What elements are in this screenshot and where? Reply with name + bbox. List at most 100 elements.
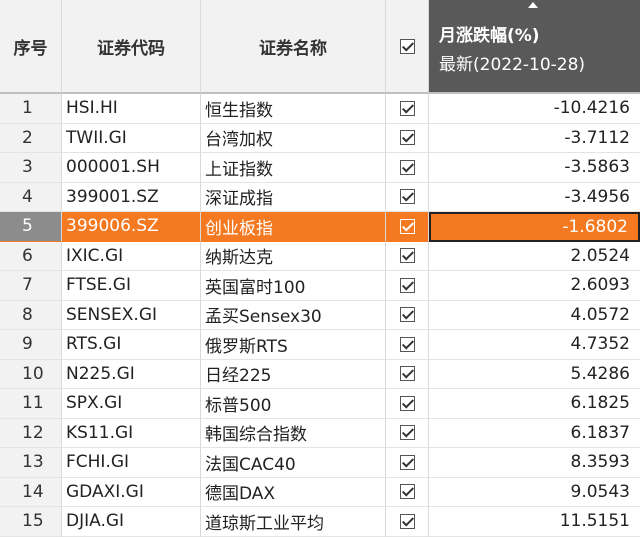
table-row[interactable]: 6 IXIC.GI 纳斯达克 2.0524 (0, 241, 640, 271)
row-checkbox[interactable] (399, 366, 415, 382)
table-row[interactable]: 7 FTSE.GI 英国富时100 2.6093 (0, 271, 640, 301)
security-code-cell[interactable]: 000001.SH (62, 153, 201, 183)
monthly-change-cell[interactable]: 6.1837 (429, 419, 640, 448)
row-checkbox-cell[interactable] (386, 123, 429, 153)
security-code-cell[interactable]: SPX.GI (62, 389, 201, 419)
row-checkbox-cell[interactable] (386, 477, 429, 507)
column-header-monthly-change[interactable]: 月涨跌幅(%) 最新(2022-10-28) (429, 0, 640, 94)
security-name-cell[interactable]: 法国CAC40 (201, 448, 386, 478)
row-checkbox[interactable] (399, 454, 415, 470)
security-code-cell[interactable]: TWII.GI (62, 123, 201, 153)
security-code-cell[interactable]: IXIC.GI (62, 241, 201, 271)
row-checkbox-cell[interactable] (386, 418, 429, 448)
table-row[interactable]: 4 399001.SZ 深证成指 -3.4956 (0, 182, 640, 212)
row-number-cell[interactable]: 6 (0, 241, 62, 271)
sort-ascending-icon[interactable] (528, 2, 538, 8)
table-row[interactable]: 15 DJIA.GI 道琼斯工业平均 11.5151 (0, 507, 640, 537)
security-code-cell[interactable]: KS11.GI (62, 418, 201, 448)
row-checkbox[interactable] (399, 277, 415, 293)
row-checkbox[interactable] (399, 484, 415, 500)
row-number-cell[interactable]: 14 (0, 477, 62, 507)
monthly-change-cell[interactable]: -10.4216 (429, 94, 640, 124)
row-checkbox[interactable] (399, 307, 415, 323)
monthly-change-cell[interactable]: -1.6802 (429, 212, 640, 242)
row-checkbox-cell[interactable] (386, 212, 429, 242)
row-number-cell[interactable]: 10 (0, 359, 62, 389)
row-number-cell[interactable]: 8 (0, 300, 62, 330)
table-row[interactable]: 8 SENSEX.GI 孟买Sensex30 4.0572 (0, 300, 640, 330)
row-checkbox[interactable] (399, 189, 415, 205)
column-header-code[interactable]: 证券代码 (62, 0, 201, 94)
monthly-change-cell[interactable]: 11.5151 (429, 507, 640, 537)
table-row[interactable]: 1 HSI.HI 恒生指数 -10.4216 (0, 94, 640, 124)
row-checkbox-cell[interactable] (386, 153, 429, 183)
security-code-cell[interactable]: SENSEX.GI (62, 300, 201, 330)
monthly-change-cell[interactable]: 2.6093 (429, 271, 640, 301)
column-header-seq[interactable]: 序号 (0, 0, 62, 94)
row-checkbox[interactable] (399, 513, 415, 529)
row-checkbox-cell[interactable] (386, 300, 429, 330)
row-number-cell[interactable]: 12 (0, 418, 62, 448)
security-name-cell[interactable]: 台湾加权 (201, 123, 386, 153)
row-checkbox-cell[interactable] (386, 330, 429, 360)
row-checkbox-cell[interactable] (386, 448, 429, 478)
row-checkbox[interactable] (399, 100, 415, 116)
monthly-change-cell[interactable]: 6.1825 (429, 389, 640, 419)
security-name-cell[interactable]: 纳斯达克 (201, 241, 386, 271)
monthly-change-cell[interactable]: 4.7352 (429, 330, 640, 360)
row-number-cell[interactable]: 13 (0, 448, 62, 478)
row-checkbox[interactable] (399, 248, 415, 264)
row-checkbox-cell[interactable] (386, 271, 429, 301)
row-checkbox-cell[interactable] (386, 241, 429, 271)
row-number-cell[interactable]: 1 (0, 94, 62, 124)
security-name-cell[interactable]: 日经225 (201, 359, 386, 389)
column-header-select-all[interactable] (386, 0, 429, 94)
table-row[interactable]: 3 000001.SH 上证指数 -3.5863 (0, 153, 640, 183)
monthly-change-cell[interactable]: -3.4956 (429, 183, 640, 212)
monthly-change-cell[interactable]: 5.4286 (429, 360, 640, 389)
monthly-change-cell[interactable]: -3.5863 (429, 153, 640, 183)
monthly-change-cell[interactable]: 9.0543 (429, 478, 640, 507)
security-name-cell[interactable]: 孟买Sensex30 (201, 300, 386, 330)
security-name-cell[interactable]: 恒生指数 (201, 94, 386, 124)
row-checkbox[interactable] (399, 336, 415, 352)
row-checkbox[interactable] (399, 130, 415, 146)
row-number-cell[interactable]: 11 (0, 389, 62, 419)
table-row[interactable]: 10 N225.GI 日经225 5.4286 (0, 359, 640, 389)
security-name-cell[interactable]: 上证指数 (201, 153, 386, 183)
row-checkbox[interactable] (399, 425, 415, 441)
table-row[interactable]: 9 RTS.GI 俄罗斯RTS 4.7352 (0, 330, 640, 360)
row-number-cell[interactable]: 7 (0, 271, 62, 301)
security-name-cell[interactable]: 德国DAX (201, 477, 386, 507)
select-all-checkbox[interactable] (399, 38, 415, 54)
table-row[interactable]: 11 SPX.GI 标普500 6.1825 (0, 389, 640, 419)
row-number-cell[interactable]: 9 (0, 330, 62, 360)
security-name-cell[interactable]: 英国富时100 (201, 271, 386, 301)
row-checkbox[interactable] (399, 218, 415, 234)
table-row[interactable]: 13 FCHI.GI 法国CAC40 8.3593 (0, 448, 640, 478)
security-code-cell[interactable]: HSI.HI (62, 94, 201, 124)
security-name-cell[interactable]: 韩国综合指数 (201, 418, 386, 448)
security-name-cell[interactable]: 深证成指 (201, 182, 386, 212)
table-row[interactable]: 2 TWII.GI 台湾加权 -3.7112 (0, 123, 640, 153)
security-code-cell[interactable]: FCHI.GI (62, 448, 201, 478)
table-row[interactable]: 14 GDAXI.GI 德国DAX 9.0543 (0, 477, 640, 507)
security-code-cell[interactable]: DJIA.GI (62, 507, 201, 537)
row-number-cell[interactable]: 3 (0, 153, 62, 183)
row-number-cell[interactable]: 2 (0, 123, 62, 153)
monthly-change-cell[interactable]: 8.3593 (429, 448, 640, 478)
security-name-cell[interactable]: 标普500 (201, 389, 386, 419)
row-checkbox-cell[interactable] (386, 507, 429, 537)
row-checkbox[interactable] (399, 395, 415, 411)
security-code-cell[interactable]: FTSE.GI (62, 271, 201, 301)
security-name-cell[interactable]: 道琼斯工业平均 (201, 507, 386, 537)
monthly-change-cell[interactable]: 2.0524 (429, 242, 640, 271)
monthly-change-cell[interactable]: -3.7112 (429, 124, 640, 153)
security-name-cell[interactable]: 俄罗斯RTS (201, 330, 386, 360)
security-code-cell[interactable]: 399006.SZ (62, 212, 201, 242)
security-code-cell[interactable]: RTS.GI (62, 330, 201, 360)
column-header-name[interactable]: 证券名称 (201, 0, 386, 94)
security-name-cell[interactable]: 创业板指 (201, 212, 386, 242)
security-code-cell[interactable]: 399001.SZ (62, 182, 201, 212)
row-number-cell[interactable]: 4 (0, 182, 62, 212)
